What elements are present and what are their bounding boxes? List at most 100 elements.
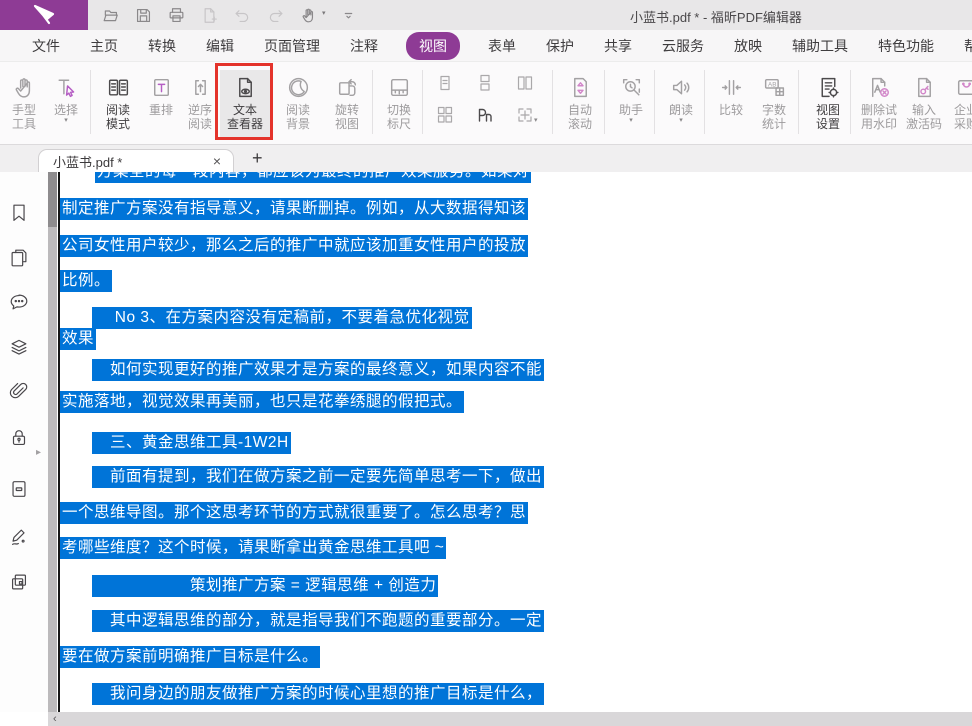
menu-item[interactable]: 云服务 (660, 32, 706, 60)
menu-item[interactable]: 主页 (88, 32, 120, 60)
facing-layout-icon[interactable] (516, 74, 534, 92)
selected-text-line[interactable]: 一个思维导图。那个这思考环节的方式就很重要了。怎么思考？思 (60, 504, 528, 522)
print-icon[interactable] (166, 5, 186, 25)
attachments-panel-icon[interactable] (8, 381, 30, 403)
redo-icon[interactable] (265, 5, 285, 25)
enterprise-purchase-button[interactable]: 企业 采购 (946, 70, 972, 140)
scroll-left-icon[interactable]: ‹ (48, 714, 57, 724)
menu-item[interactable]: 视图 (406, 32, 460, 60)
menu-item[interactable]: 页面管理 (262, 32, 322, 60)
bookmarks-panel-icon[interactable] (8, 202, 30, 224)
single-page-layout-icon[interactable] (436, 74, 454, 92)
menu-item[interactable]: 特色功能 (876, 32, 936, 60)
open-file-icon[interactable] (100, 5, 120, 25)
undo-icon[interactable] (232, 5, 252, 25)
customize-toolbar-icon[interactable] (339, 5, 359, 25)
highlighted-text: 如何实现更好的推广效果才是方案的最终意义，如果内容不能 (92, 359, 544, 381)
fields-panel-icon[interactable] (8, 571, 30, 593)
select-tool-button[interactable]: 选择 ▾ (46, 70, 86, 140)
four-pane-view-icon[interactable] (516, 106, 534, 124)
selected-text-line[interactable]: No 3、在方案内容没有定稿前，不要着急优化视觉 (92, 309, 472, 327)
svg-text:AB: AB (768, 81, 776, 88)
menu-item[interactable]: 辅助工具 (790, 32, 850, 60)
toggle-ruler-button[interactable]: 切换 标尺 (378, 70, 420, 140)
selected-text-line[interactable]: 其中逻辑思维的部分，就是指导我们不跑题的重要部分。一定 (92, 612, 544, 630)
new-tab-icon[interactable]: + (248, 148, 267, 169)
close-tab-icon[interactable]: × (211, 154, 223, 168)
selected-text-line[interactable]: 策划推广方案 = 逻辑思维 + 创造力 (92, 577, 438, 595)
signature-panel-icon[interactable] (8, 526, 30, 548)
security-panel-icon[interactable] (8, 427, 30, 449)
layers-panel-icon[interactable] (8, 336, 30, 358)
menu-item[interactable]: 表单 (486, 32, 518, 60)
menu-item[interactable]: 放映 (732, 32, 764, 60)
highlighted-text: 一个思维导图。那个这思考环节的方式就很重要了。怎么思考？思 (60, 502, 528, 524)
selected-text-line[interactable]: 实施落地，视觉效果再美丽，也只是花拳绣腿的假把式。 (60, 393, 464, 411)
selected-text-line[interactable]: 如何实现更好的推广效果才是方案的最终意义，如果内容不能 (92, 361, 544, 379)
remove-trial-watermark-button[interactable]: 删除试 用水印 (856, 70, 902, 140)
menu-item[interactable]: 共享 (602, 32, 634, 60)
panel-expand-icon[interactable]: ▸ (36, 447, 41, 458)
view-settings-button[interactable]: 视图 设置 (806, 70, 850, 140)
text-viewer-button[interactable]: 文本 查看器 (220, 70, 270, 140)
speaker-icon (660, 70, 702, 100)
selected-text-line[interactable]: 效果 (60, 330, 96, 348)
comments-panel-icon[interactable] (8, 291, 30, 313)
auto-scroll-button[interactable]: 自动 滚动 (558, 70, 602, 140)
page-layout-group: ▾ (428, 70, 548, 140)
selected-text-line[interactable]: 前面有提到，我们在做方案之前一定要先简单思考一下，做出 (92, 468, 544, 486)
reflow-button[interactable]: 重排 (142, 70, 180, 140)
save-icon[interactable] (133, 5, 153, 25)
ruler-icon (378, 70, 420, 100)
ribbon-separator (798, 70, 799, 134)
read-aloud-button[interactable]: 朗读 ▾ (660, 70, 702, 140)
read-mode-button[interactable]: 阅读 模式 (96, 70, 140, 140)
menu-item[interactable]: 帮助 (962, 32, 972, 60)
selected-text-line[interactable]: 制定推广方案没有指导意义，请果断删掉。例如，从大数据得知该 (60, 200, 528, 218)
split-view-icon[interactable] (476, 106, 494, 124)
selected-text-line[interactable]: 我问身边的朋友做推广方案的时候心里想的推广目标是什么， (92, 685, 544, 703)
text-viewer-icon (220, 70, 270, 100)
assistant-button[interactable]: 助手 ▾ (610, 70, 652, 140)
vertical-scrollbar[interactable] (48, 172, 57, 712)
menu-item[interactable]: 转换 (146, 32, 178, 60)
ribbon-separator (850, 70, 851, 134)
touch-mode-icon[interactable] (298, 5, 318, 25)
facing-continuous-layout-icon[interactable] (436, 106, 454, 124)
menu-bar: 文件主页转换编辑页面管理注释视图表单保护共享云服务放映辅助工具特色功能帮助 (0, 30, 972, 62)
pages-panel-icon[interactable] (8, 247, 30, 269)
touch-mode-caret-icon[interactable]: ▾ (322, 9, 326, 17)
selected-text-line[interactable]: 要在做方案前明确推广目标是什么。 (60, 648, 320, 666)
hand-tool-button[interactable]: 手型 工具 (4, 70, 44, 140)
horizontal-scrollbar[interactable]: ‹ (48, 712, 972, 726)
compare-button[interactable]: 比较 (712, 70, 750, 140)
vertical-scrollbar-thumb[interactable] (48, 172, 57, 227)
continuous-layout-icon[interactable] (476, 74, 494, 92)
auto-scroll-icon (558, 70, 602, 100)
menu-item[interactable]: 文件 (30, 32, 62, 60)
ribbon-separator (372, 70, 373, 134)
selected-text-line[interactable]: 三、黄金思维工具-1W2H (92, 434, 291, 452)
word-count-button[interactable]: AB 字数 统计 (752, 70, 796, 140)
selected-text-line[interactable]: 比例。 (60, 272, 112, 290)
highlighted-text: 策划推广方案 = 逻辑思维 + 创造力 (92, 575, 438, 597)
layout-caret-icon[interactable]: ▾ (534, 116, 538, 124)
selected-text-line[interactable]: 公司女性用户较少，那么之后的推广中就应该加重女性用户的投放 (60, 237, 528, 255)
book-icon (96, 70, 140, 100)
navigation-sidebar: ▸ (0, 172, 48, 712)
enter-activation-code-button[interactable]: 输入 激活码 (904, 70, 944, 140)
highlighted-text: 考哪些维度？这个时候，请果断拿出黄金思维工具吧 ~ (60, 537, 446, 559)
reading-background-button[interactable]: 阅读 背景 (276, 70, 320, 140)
menu-item[interactable]: 保护 (544, 32, 576, 60)
rotate-view-button[interactable]: 旋转 视图 (324, 70, 370, 140)
destinations-panel-icon[interactable] (8, 478, 30, 500)
new-page-icon[interactable] (199, 5, 219, 25)
document-tab[interactable]: 小蓝书.pdf * × (38, 149, 234, 172)
selected-text-line[interactable]: 方案全的每一段内容，都应该为最终的推广效果服务。如果对 (95, 172, 531, 181)
menu-item[interactable]: 编辑 (204, 32, 236, 60)
reverse-reading-icon (180, 70, 220, 100)
select-text-icon (46, 70, 86, 100)
reverse-reading-button[interactable]: 逆序 阅读 (180, 70, 220, 140)
menu-item[interactable]: 注释 (348, 32, 380, 60)
selected-text-line[interactable]: 考哪些维度？这个时候，请果断拿出黄金思维工具吧 ~ (60, 539, 446, 557)
